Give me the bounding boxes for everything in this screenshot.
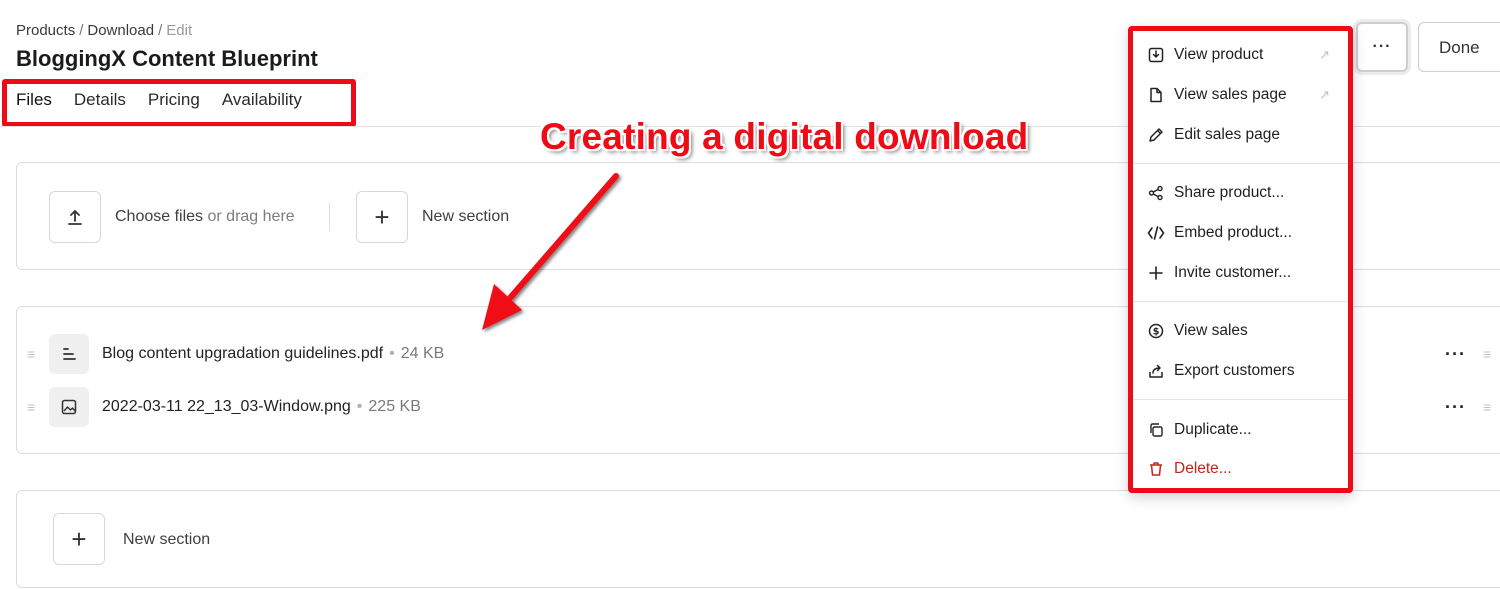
- menu-item-delete[interactable]: Delete...: [1147, 455, 1334, 483]
- menu-item-label: Edit sales page: [1174, 126, 1280, 143]
- file-name-text: Blog content upgradation guidelines.pdf: [102, 345, 384, 362]
- plus-icon: +: [374, 202, 390, 232]
- annotation-arrow-icon: [482, 173, 619, 330]
- export-icon: [1147, 362, 1165, 380]
- menu-item-label: Invite customer...: [1174, 264, 1292, 281]
- more-options-button[interactable]: ···: [1356, 22, 1408, 72]
- file-icon: [1147, 86, 1165, 104]
- copy-icon: [1147, 421, 1165, 439]
- file-size: 225 KB: [368, 398, 421, 415]
- tabs-highlight-box: [2, 79, 356, 127]
- menu-divider: [1133, 301, 1348, 302]
- drag-here-text: or drag here: [207, 208, 295, 225]
- menu-divider: [1133, 399, 1348, 400]
- menu-item-invite-customer[interactable]: Invite customer...: [1147, 259, 1334, 287]
- image-icon: [49, 387, 89, 427]
- menu-item-label: Embed product...: [1174, 224, 1293, 241]
- breadcrumb: Products / Download / Edit: [16, 22, 192, 39]
- drag-handle-icon[interactable]: ≡: [1483, 399, 1491, 415]
- menu-item-view-product[interactable]: View product ↗: [1147, 41, 1334, 69]
- add-section-button[interactable]: +: [53, 513, 105, 565]
- breadcrumb-separator: /: [79, 22, 84, 39]
- menu-item-edit-sales-page[interactable]: Edit sales page: [1147, 121, 1334, 149]
- file-name[interactable]: 2022-03-11 22_13_03-Window.png • 225 KB: [102, 398, 421, 416]
- menu-item-view-sales-page[interactable]: View sales page ↗: [1147, 81, 1334, 109]
- menu-item-label: Duplicate...: [1174, 421, 1252, 438]
- annotation-text: Creating a digital download: [540, 116, 1029, 157]
- product-actions-menu: View product ↗ View sales page ↗ Edit sa…: [1128, 26, 1353, 493]
- download-box-icon: [1147, 46, 1165, 64]
- separator-dot: •: [356, 398, 363, 415]
- plus-icon: +: [71, 524, 87, 554]
- file-name-text: 2022-03-11 22_13_03-Window.png: [102, 398, 351, 415]
- upload-icon: [68, 210, 82, 225]
- plus-icon: [1147, 264, 1165, 282]
- file-menu-button[interactable]: ···: [1445, 397, 1466, 418]
- menu-item-label: Share product...: [1174, 184, 1285, 201]
- external-link-icon: ↗: [1319, 47, 1330, 62]
- new-section-label[interactable]: New section: [123, 531, 210, 549]
- menu-item-embed-product[interactable]: Embed product...: [1147, 219, 1334, 247]
- add-section-button[interactable]: +: [356, 191, 408, 243]
- breadcrumb-separator: /: [158, 22, 163, 39]
- done-button[interactable]: Done: [1418, 22, 1500, 72]
- drag-handle-icon[interactable]: ≡: [27, 347, 35, 361]
- menu-divider: [1133, 163, 1348, 164]
- drag-handle-icon[interactable]: ≡: [1483, 346, 1491, 362]
- share-icon: [1147, 184, 1165, 202]
- file-size: 24 KB: [400, 345, 445, 362]
- breadcrumb-edit: Edit: [166, 22, 193, 39]
- separator-dot: •: [389, 345, 395, 362]
- choose-files-text: Choose files: [115, 208, 204, 225]
- breadcrumb-products[interactable]: Products: [16, 22, 75, 39]
- external-link-icon: ↗: [1319, 87, 1330, 102]
- menu-item-export-customers[interactable]: Export customers: [1147, 357, 1334, 385]
- upload-button[interactable]: [49, 191, 101, 243]
- document-lines-icon: [49, 334, 89, 374]
- upload-divider: [329, 203, 330, 231]
- file-menu-button[interactable]: ···: [1445, 344, 1466, 365]
- menu-item-share-product[interactable]: Share product...: [1147, 179, 1334, 207]
- svg-text:$: $: [1153, 327, 1160, 338]
- menu-item-label: View sales: [1174, 322, 1248, 339]
- choose-files-label[interactable]: Choose files or drag here: [115, 208, 295, 226]
- menu-item-duplicate[interactable]: Duplicate...: [1147, 416, 1334, 444]
- breadcrumb-download[interactable]: Download: [87, 22, 154, 39]
- menu-item-label: Delete...: [1174, 460, 1232, 477]
- menu-item-label: View sales page: [1174, 86, 1287, 103]
- pencil-icon: [1147, 126, 1165, 144]
- menu-item-view-sales[interactable]: $ View sales: [1147, 317, 1334, 345]
- new-section-card: + New section: [16, 490, 1500, 588]
- menu-item-label: View product: [1174, 46, 1264, 63]
- drag-handle-icon[interactable]: ≡: [27, 400, 35, 414]
- page-title: BloggingX Content Blueprint: [16, 46, 318, 71]
- trash-icon: [1147, 460, 1165, 478]
- dollar-circle-icon: $: [1147, 322, 1165, 340]
- code-icon: [1147, 224, 1165, 242]
- menu-item-label: Export customers: [1174, 362, 1295, 379]
- file-name[interactable]: Blog content upgradation guidelines.pdf •…: [102, 345, 444, 363]
